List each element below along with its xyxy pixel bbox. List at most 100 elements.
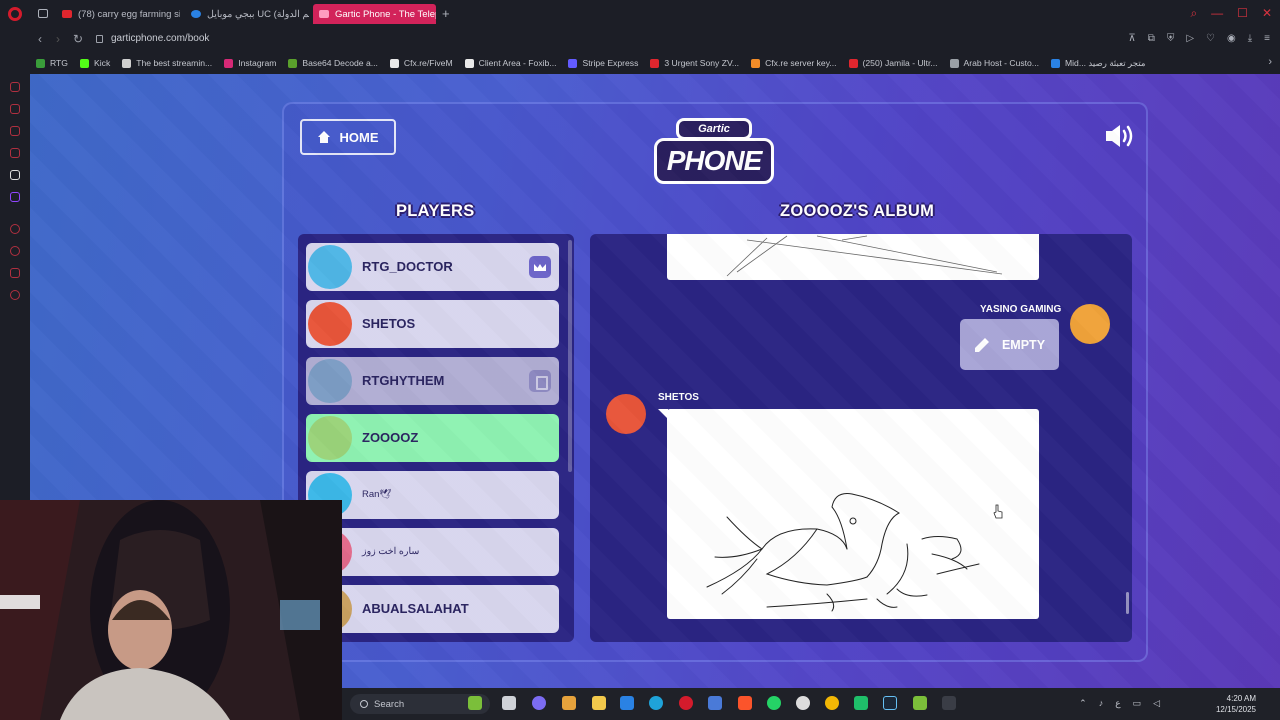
shopping-icon[interactable]: [10, 104, 20, 114]
logo-main-text: PHONE: [654, 138, 774, 184]
history-icon[interactable]: [10, 246, 20, 256]
app-icon[interactable]: [708, 696, 722, 710]
forward-button[interactable]: ›: [56, 32, 60, 46]
game-icon[interactable]: [854, 696, 868, 710]
extensions-icon[interactable]: [10, 268, 20, 278]
shield-icon[interactable]: ⛨: [1167, 33, 1175, 44]
maximize-button[interactable]: ☐: [1237, 6, 1248, 21]
twitch-icon[interactable]: [10, 192, 20, 202]
cfx-icon[interactable]: [10, 170, 20, 180]
bookmark-item[interactable]: Instagram: [224, 58, 276, 68]
search-tabs-icon[interactable]: ⌕: [1190, 6, 1197, 21]
drawing-canvas: [667, 409, 1039, 619]
gartic-phone-logo: PHONE Gartic: [654, 118, 774, 190]
bookmark-item[interactable]: Stripe Express: [568, 58, 638, 68]
album-scrollbar[interactable]: [1126, 592, 1129, 614]
tab-overview-icon[interactable]: [38, 9, 48, 18]
bookmark-label: Stripe Express: [582, 58, 639, 68]
player-row[interactable]: ساره اخت زوز: [306, 528, 559, 576]
sound-icon[interactable]: [1104, 123, 1136, 149]
bookmark-item[interactable]: Arab Host - Custo...: [949, 58, 1039, 68]
terminal-icon[interactable]: [942, 696, 956, 710]
fivem-icon[interactable]: [913, 696, 927, 710]
bookmark-icon: [1050, 58, 1060, 68]
file-explorer-icon[interactable]: [592, 696, 606, 710]
bookmarks-overflow-icon[interactable]: ›: [1268, 56, 1272, 68]
tab-pubg-uc[interactable]: ببجي موبايل UC (اسم الدولة: [185, 5, 309, 23]
edge-icon[interactable]: [649, 696, 663, 710]
microphone-icon[interactable]: ♪: [1099, 698, 1104, 709]
language-icon[interactable]: ع: [1115, 698, 1120, 709]
aria-icon[interactable]: [10, 82, 20, 92]
tab-gartic-phone[interactable]: Gartic Phone - The Teleph: [313, 4, 436, 24]
bookmark-item[interactable]: 3 Urgent Sony ZV...: [650, 58, 739, 68]
pin-icon[interactable]: ⊼: [1128, 33, 1135, 44]
album-author-avatar: [1070, 304, 1110, 344]
brave-icon[interactable]: [738, 696, 752, 710]
url-field[interactable]: garticphone.com/book: [96, 33, 209, 44]
reload-button[interactable]: ↻: [73, 32, 83, 46]
store-icon[interactable]: [620, 696, 634, 710]
bookmark-item[interactable]: Base64 Decode a...: [288, 58, 378, 68]
minimize-button[interactable]: —: [1211, 6, 1223, 21]
youtube-icon: [62, 10, 72, 18]
bookmark-item[interactable]: RTG: [36, 58, 68, 68]
bookmark-item[interactable]: Client Area - Foxib...: [464, 58, 556, 68]
search-label: Search: [374, 698, 405, 710]
player-row[interactable]: ABUALSALAHAT: [306, 585, 559, 633]
new-tab-button[interactable]: +: [442, 7, 450, 20]
players-scrollbar[interactable]: [568, 240, 572, 472]
snapshot-icon[interactable]: ⧉: [1148, 33, 1155, 44]
bookmark-icon: [80, 58, 89, 68]
bookmark-item[interactable]: Cfx.re server key...: [751, 58, 837, 68]
menu-icon[interactable]: ≡: [1264, 33, 1270, 44]
obs-icon[interactable]: [796, 696, 810, 710]
whatsapp-icon[interactable]: [767, 696, 781, 710]
settings-icon[interactable]: [10, 290, 20, 300]
bookmark-item[interactable]: Mid... متجر تعبئة رصيد: [1050, 58, 1146, 69]
player-avatar: [308, 359, 352, 403]
task-view-icon[interactable]: [502, 696, 516, 710]
player-row[interactable]: Ran🕊: [306, 471, 559, 519]
download-icon[interactable]: ⤓: [1248, 33, 1252, 44]
home-button[interactable]: HOME: [300, 119, 396, 155]
bookmark-item[interactable]: Kick: [80, 58, 110, 68]
chevron-up-icon[interactable]: ⌃: [1079, 698, 1087, 709]
opera-gx-icon[interactable]: [679, 696, 693, 710]
widget-icon[interactable]: [468, 696, 482, 710]
bookmark-item[interactable]: Cfx.re/FiveM: [389, 58, 453, 68]
bookmark-icon: [389, 58, 399, 68]
heart-icon[interactable]: ♡: [1206, 33, 1215, 44]
opera-logo-icon[interactable]: [8, 7, 22, 21]
chrome-icon[interactable]: [825, 696, 839, 710]
bookmark-item[interactable]: (250) Jamila - Ultr...: [848, 58, 938, 68]
empty-label: EMPTY: [1001, 337, 1046, 352]
messenger-icon[interactable]: [10, 126, 20, 136]
player-row[interactable]: RTG_DOCTOR: [306, 243, 559, 291]
account-icon[interactable]: ◉: [1227, 33, 1236, 44]
back-button[interactable]: ‹: [38, 32, 42, 46]
site-icon: [191, 10, 201, 18]
tab-youtube[interactable]: (78) carry egg farming si: [56, 5, 180, 23]
discord-icon[interactable]: [532, 696, 546, 710]
close-button[interactable]: ✕: [1262, 6, 1272, 21]
player-row[interactable]: ZOOOOZ: [306, 414, 559, 462]
music-icon[interactable]: [10, 148, 20, 158]
player-name: ZOOOOZ: [362, 430, 419, 445]
play-icon[interactable]: ▷: [1186, 33, 1194, 44]
bookmark-label: Cfx.re server key...: [765, 58, 837, 68]
bookmark-icon: [568, 58, 578, 68]
network-icon[interactable]: ▭: [1133, 698, 1142, 709]
address-bar: ‹ › ↻ garticphone.com/book ⊼ ⧉ ⛨ ▷ ♡ ◉ ⤓…: [0, 28, 1280, 52]
taskbar-clock[interactable]: 4:20 AM 12/15/2025: [1216, 693, 1256, 715]
player-row[interactable]: SHETOS: [306, 300, 559, 348]
player-icon[interactable]: [10, 224, 20, 234]
copilot-icon[interactable]: [562, 696, 576, 710]
volume-icon[interactable]: ◁: [1153, 698, 1160, 709]
player-row[interactable]: RTGHYTHEM: [306, 357, 559, 405]
bookmark-item[interactable]: The best streamin...: [122, 58, 212, 68]
bookmark-icon: [848, 58, 858, 68]
bookmark-icon: [36, 58, 45, 68]
player-name: Ran🕊: [362, 489, 392, 500]
steam-icon[interactable]: [883, 696, 897, 710]
